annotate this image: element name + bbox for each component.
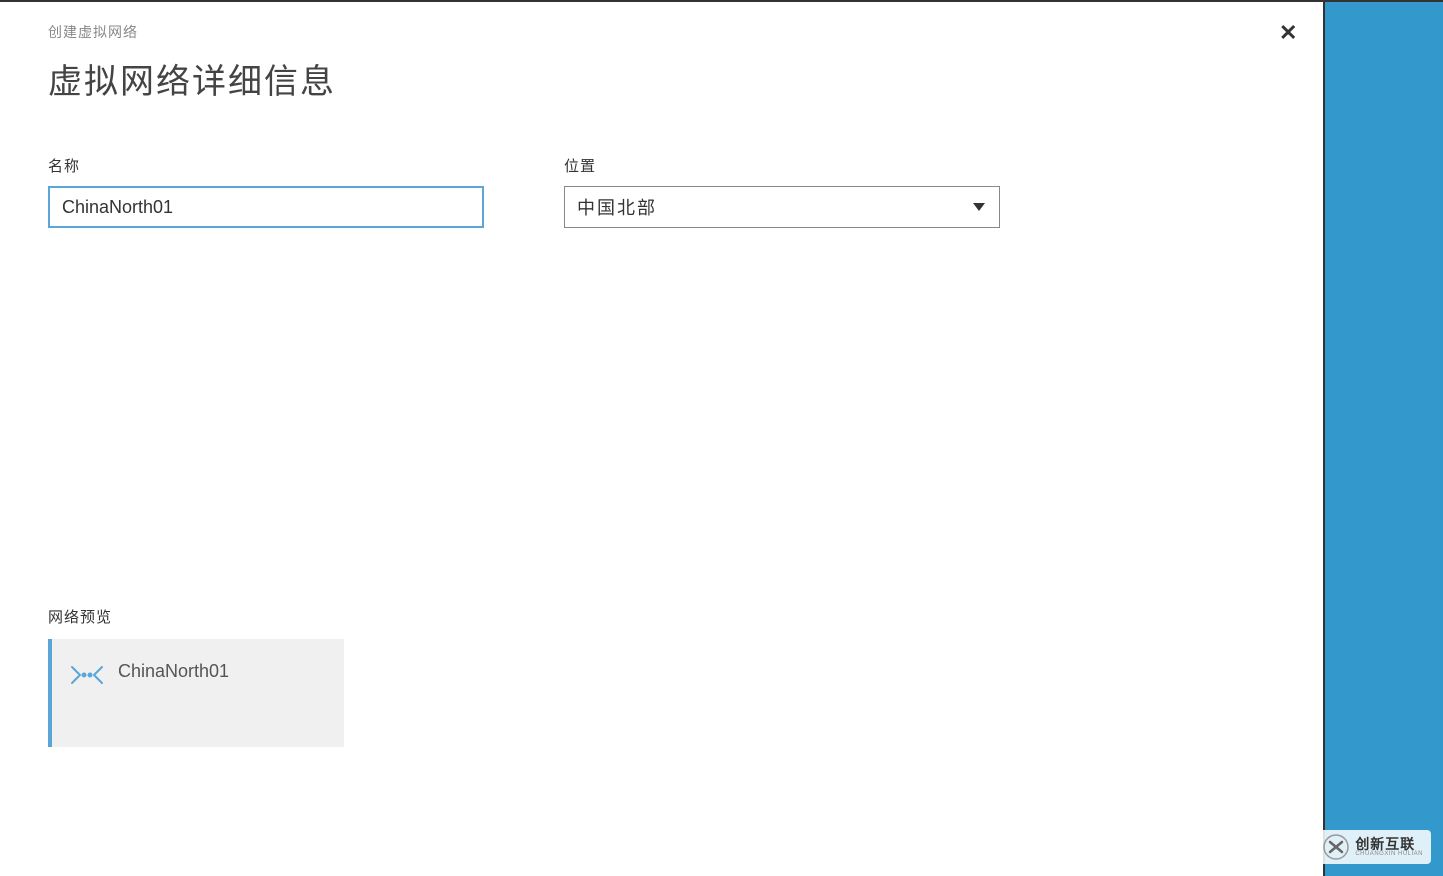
watermark-brand-cn: 创新互联 [1355, 837, 1423, 851]
name-label: 名称 [48, 155, 484, 176]
close-button[interactable]: ✕ [1279, 24, 1297, 42]
network-icon [70, 661, 104, 689]
preview-network-name: ChinaNorth01 [118, 661, 229, 682]
preview-label: 网络预览 [48, 606, 344, 627]
location-label: 位置 [564, 155, 1000, 176]
location-select[interactable]: 中国北部 [564, 186, 1000, 228]
preview-card[interactable]: ChinaNorth01 [48, 639, 344, 747]
main-content: ✕ 创建虚拟网络 虚拟网络详细信息 名称 位置 中国北部 网络预览 [0, 2, 1325, 876]
watermark: 创新互联 CHUANGXIN HULIAN [1315, 830, 1431, 864]
page-container: ✕ 创建虚拟网络 虚拟网络详细信息 名称 位置 中国北部 网络预览 [0, 0, 1443, 876]
name-input[interactable] [48, 186, 484, 228]
page-title: 虚拟网络详细信息 [48, 54, 1275, 103]
form-row: 名称 位置 中国北部 [48, 155, 1275, 228]
watermark-text: 创新互联 CHUANGXIN HULIAN [1355, 837, 1423, 857]
right-sidebar [1325, 2, 1443, 876]
location-select-value: 中国北部 [577, 194, 657, 220]
name-field-group: 名称 [48, 155, 484, 228]
watermark-brand-en: CHUANGXIN HULIAN [1355, 851, 1423, 857]
watermark-logo-icon [1323, 834, 1349, 860]
breadcrumb: 创建虚拟网络 [48, 22, 1275, 42]
location-field-group: 位置 中国北部 [564, 155, 1000, 228]
preview-section: 网络预览 ChinaNorth01 [48, 606, 344, 747]
chevron-down-icon [973, 203, 985, 211]
